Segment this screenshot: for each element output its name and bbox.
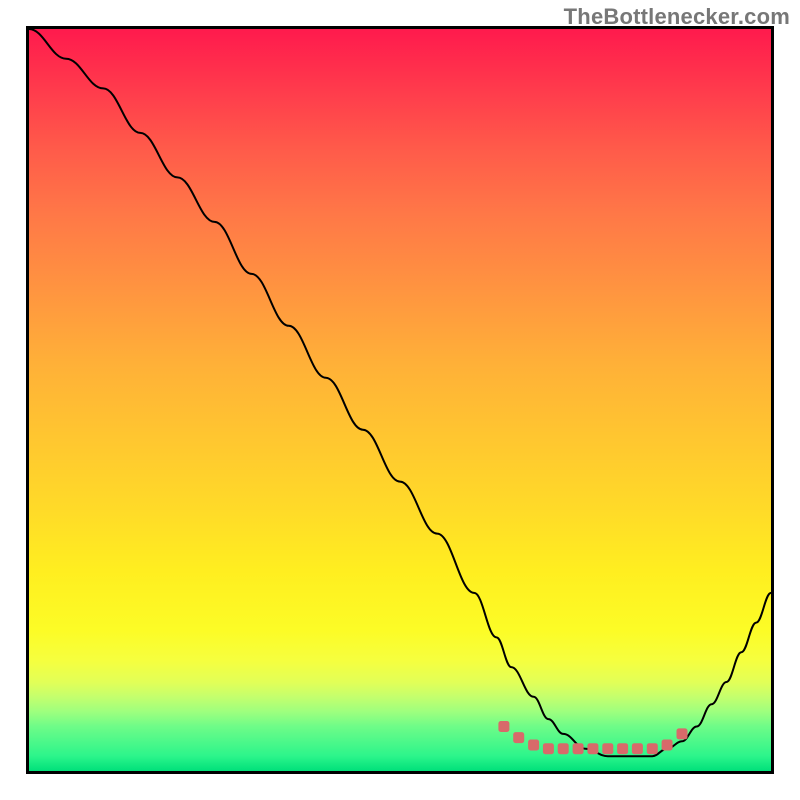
optimal-marker	[528, 740, 539, 751]
optimal-marker	[587, 743, 598, 754]
optimal-marker	[573, 743, 584, 754]
curve-layer	[29, 29, 771, 771]
optimal-marker	[543, 743, 554, 754]
bottleneck-curve-path	[29, 29, 771, 756]
optimal-marker	[558, 743, 569, 754]
watermark-label: TheBottlenecker.com	[564, 4, 790, 30]
optimal-marker	[602, 743, 613, 754]
optimal-marker	[617, 743, 628, 754]
optimal-marker	[677, 728, 688, 739]
optimal-marker	[513, 732, 524, 743]
optimal-marker	[662, 740, 673, 751]
chart-container: TheBottlenecker.com	[0, 0, 800, 800]
optimal-marker	[647, 743, 658, 754]
optimal-marker	[498, 721, 509, 732]
optimal-marker	[632, 743, 643, 754]
plot-area	[26, 26, 774, 774]
